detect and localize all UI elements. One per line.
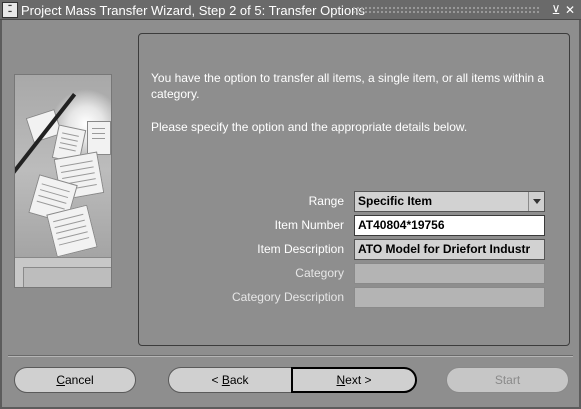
item-description-label: Item Description <box>257 242 344 256</box>
cancel-mnemonic: C <box>56 373 65 387</box>
back-mnemonic: B <box>221 373 230 387</box>
back-label: ack <box>229 373 249 387</box>
cancel-label: ancel <box>64 373 94 387</box>
document-image <box>46 204 98 258</box>
category-description-field[interactable] <box>354 287 545 308</box>
title-bar-pattern <box>352 6 540 14</box>
chevron-down-icon[interactable] <box>528 192 544 211</box>
wizard-illustration <box>14 74 112 288</box>
instruction-text: You have the option to transfer all item… <box>151 71 545 101</box>
separator <box>8 355 573 357</box>
category-label: Category <box>295 266 344 280</box>
title-bar[interactable]: ▪▪ ▪▪ Project Mass Transfer Wizard, Step … <box>0 0 581 20</box>
range-select[interactable]: Specific Item <box>354 191 545 212</box>
close-icon[interactable]: ✕ <box>563 3 577 17</box>
tray-front-image <box>23 267 111 287</box>
category-description-label: Category Description <box>231 290 344 304</box>
minimize-icon[interactable]: ⊻ <box>549 3 563 17</box>
window-title: Project Mass Transfer Wizard, Step 2 of … <box>21 3 365 18</box>
start-button[interactable]: Start <box>446 367 569 393</box>
next-button[interactable]: Next > <box>291 367 417 393</box>
next-label: ext > <box>345 373 372 387</box>
oracle-forms-icon: ▪▪ ▪▪ <box>2 2 18 18</box>
back-button[interactable]: < Back <box>168 367 292 393</box>
back-prefix: < <box>211 373 222 387</box>
range-value: Specific Item <box>358 194 433 208</box>
item-description-field[interactable]: ATO Model for Driefort Industr <box>354 239 545 260</box>
item-number-field[interactable]: AT40804*19756 <box>354 215 545 236</box>
range-label: Range <box>308 194 344 208</box>
cancel-button[interactable]: Cancel <box>14 367 136 393</box>
item-number-label: Item Number <box>274 218 344 232</box>
instruction-detail-text: Please specify the option and the approp… <box>151 120 468 134</box>
category-field[interactable] <box>354 263 545 284</box>
document-image <box>87 121 111 155</box>
next-mnemonic: N <box>336 373 346 387</box>
